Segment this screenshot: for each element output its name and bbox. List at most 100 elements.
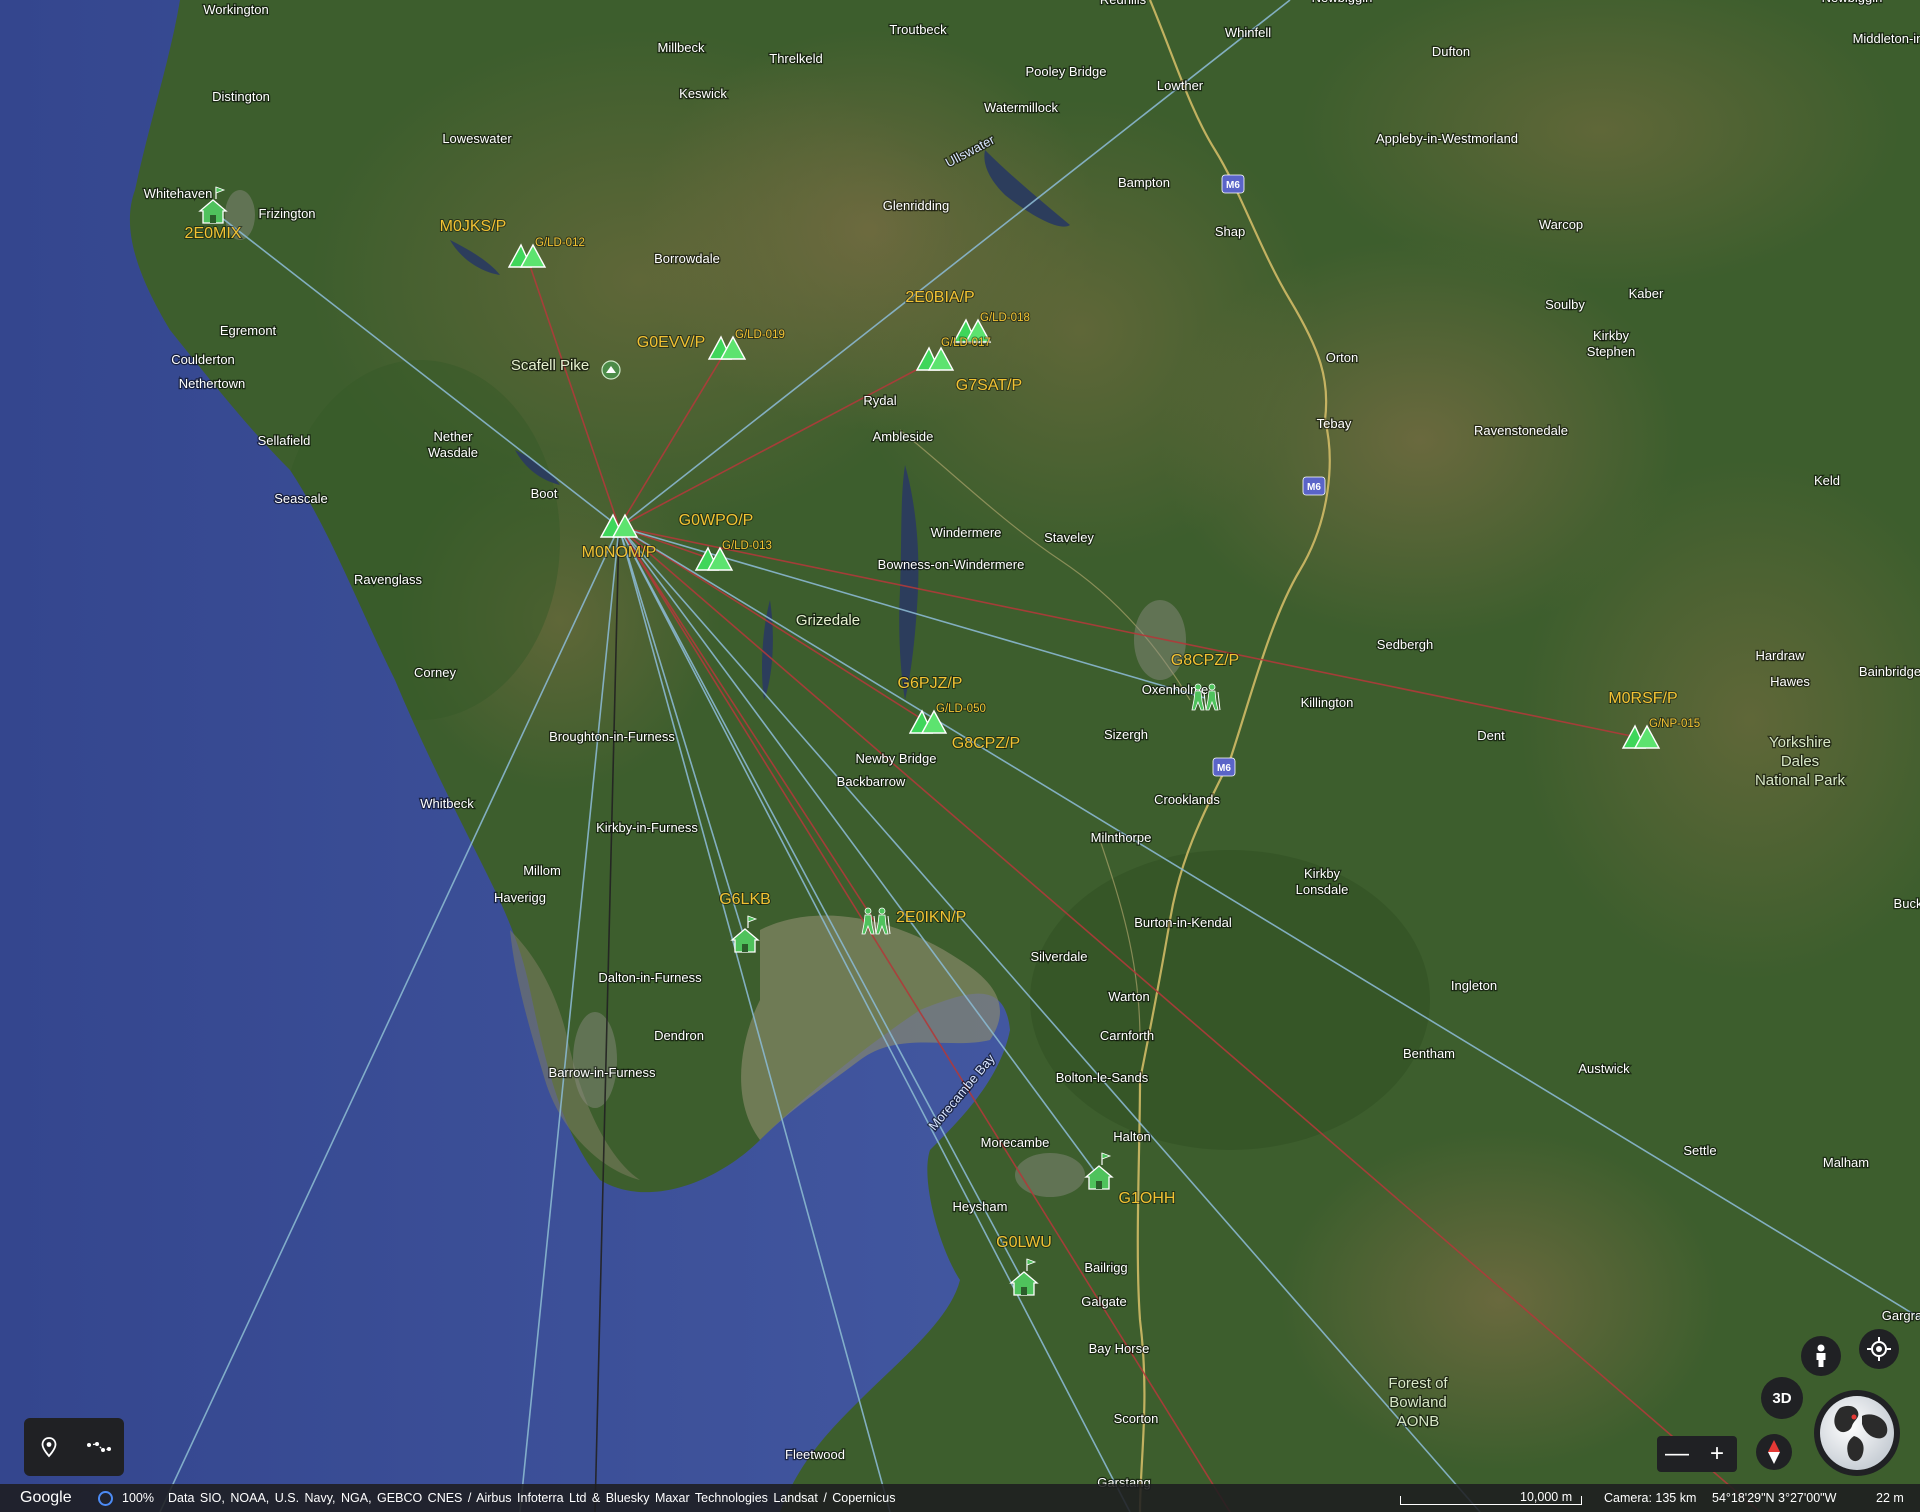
place-label: Haverigg	[494, 890, 546, 905]
motorway-label: M6	[1226, 180, 1240, 191]
place-label: Tebay	[1317, 416, 1352, 431]
place-label: Barrow-in-Furness	[549, 1065, 656, 1080]
place-label: Lowther	[1157, 78, 1204, 93]
station-callsign: G6LKB	[719, 891, 771, 908]
place-label: Dent	[1477, 728, 1505, 743]
tool-panel	[24, 1418, 124, 1476]
zoom-out-button[interactable]: —	[1657, 1436, 1697, 1472]
place-label: Burton-in-Kendal	[1134, 915, 1232, 930]
place-label: Soulby	[1545, 297, 1585, 312]
place-label: Kaber	[1629, 286, 1664, 301]
place-label: Glenridding	[883, 198, 950, 213]
place-label: Grizedale	[796, 612, 860, 629]
place-label: Windermere	[931, 525, 1002, 540]
place-label: Nethertown	[179, 376, 245, 391]
place-label: National Park	[1755, 772, 1846, 789]
place-label: Sizergh	[1104, 727, 1148, 742]
place-label: Gargra	[1882, 1308, 1920, 1323]
place-label: Workington	[203, 2, 269, 17]
summit-reference: G/NP-015	[1649, 718, 1700, 730]
place-label: Pooley Bridge	[1026, 64, 1107, 79]
place-label: Morecambe	[981, 1135, 1050, 1150]
my-location-button[interactable]	[1859, 1329, 1899, 1369]
hub-callsign: M0NOM/P	[582, 544, 657, 561]
place-label: Bailrigg	[1084, 1260, 1127, 1275]
zoom-control: — +	[1657, 1436, 1737, 1472]
footer-bar: Google 100% Data SIO, NOAA, U.S. Navy, N…	[0, 1484, 1920, 1512]
place-label: Hawes	[1770, 674, 1810, 689]
place-label: Loweswater	[442, 131, 512, 146]
place-label: Appleby-in-Westmorland	[1376, 131, 1518, 146]
compass-button[interactable]	[1756, 1434, 1792, 1470]
path-icon	[87, 1442, 111, 1452]
scale-label: 10,000 m	[1520, 1490, 1573, 1504]
place-label: Bampton	[1118, 175, 1170, 190]
station-callsign: G0WPO/P	[679, 512, 754, 529]
place-label: Backbarrow	[837, 774, 906, 789]
place-label: Whitehaven	[144, 186, 213, 201]
place-label: Fleetwood	[785, 1447, 845, 1462]
station-callsign: G0LWU	[996, 1234, 1052, 1251]
place-label: Ravenstonedale	[1474, 423, 1568, 438]
place-label: Yorkshire	[1769, 734, 1831, 751]
place-label: Scafell Pike	[511, 357, 589, 374]
summit-reference: G/LD-019	[735, 329, 785, 341]
motorway-label: M6	[1307, 482, 1321, 493]
street-view-button[interactable]	[1801, 1336, 1841, 1376]
scafell-pike-pin-icon[interactable]	[601, 360, 621, 380]
place-label: Staveley	[1044, 530, 1094, 545]
place-label: Kirkby-in-Furness	[596, 820, 698, 835]
motorway-badge: M6	[1221, 174, 1245, 194]
place-label: Millbeck	[658, 40, 705, 55]
place-label: Bowness-on-Windermere	[878, 557, 1025, 572]
place-label: Borrowdale	[654, 251, 720, 266]
place-label: Broughton-in-Furness	[549, 729, 675, 744]
zoom-in-button[interactable]: +	[1697, 1436, 1737, 1472]
place-label: Bowland	[1389, 1394, 1447, 1411]
place-label: Whitbeck	[420, 796, 474, 811]
place-label: Hardraw	[1755, 648, 1805, 663]
motorway-badge: M6	[1302, 476, 1326, 496]
place-label: Orton	[1326, 350, 1359, 365]
place-label: Newby Bridge	[856, 751, 937, 766]
map-canvas[interactable]: M6 M6 M6 Workington Distington Whitehaven Fri…	[0, 0, 1920, 1512]
place-label: Bentham	[1403, 1046, 1455, 1061]
station-callsign: G1OHH	[1119, 1190, 1176, 1207]
place-label: Coulderton	[171, 352, 235, 367]
summit-reference: G/LD-013	[722, 540, 772, 552]
place-label: Stephen	[1587, 344, 1635, 359]
data-attribution[interactable]: Data SIO, NOAA, U.S. Navy, NGA, GEBCO CN…	[168, 1491, 896, 1505]
place-label: Warton	[1108, 989, 1149, 1004]
place-label: Forest of	[1388, 1375, 1448, 1392]
place-label: Frizington	[258, 206, 315, 221]
summit-reference: G/LD-017	[941, 337, 991, 349]
globe-view-button[interactable]	[1814, 1390, 1900, 1476]
place-label: AONB	[1397, 1413, 1440, 1430]
add-placemark-button[interactable]	[31, 1429, 67, 1465]
place-label: Heysham	[953, 1199, 1008, 1214]
station-marker[interactable]: G8CPZ/P	[951, 734, 1021, 753]
place-label: Ingleton	[1451, 978, 1497, 993]
globe-icon	[1820, 1396, 1894, 1470]
place-label: Rydal	[863, 393, 896, 408]
place-label: Dales	[1781, 753, 1819, 770]
place-label: Ravenglass	[354, 572, 422, 587]
place-label: Keld	[1814, 473, 1840, 488]
place-label: Bolton-le-Sands	[1056, 1070, 1149, 1085]
place-label: Crooklands	[1154, 792, 1220, 807]
summit-reference: G/LD-050	[936, 703, 986, 715]
place-label: Bay Horse	[1089, 1341, 1150, 1356]
motorway-label: M6	[1217, 763, 1231, 774]
measure-path-button[interactable]	[81, 1429, 117, 1465]
summit-reference: G/LD-018	[980, 312, 1030, 324]
crosshair-icon	[1867, 1337, 1891, 1361]
place-label: Troutbeck	[889, 22, 947, 37]
place-label: Sedbergh	[1377, 637, 1433, 652]
place-label: Scorton	[1114, 1411, 1159, 1426]
place-label: Nether	[433, 429, 473, 444]
toggle-3d-button[interactable]: 3D	[1761, 1377, 1803, 1419]
place-label: Lonsdale	[1296, 882, 1349, 897]
zoom-percentage: 100%	[122, 1491, 154, 1505]
station-callsign: G6PJZ/P	[898, 675, 963, 692]
summit-reference: G/LD-012	[535, 237, 585, 249]
